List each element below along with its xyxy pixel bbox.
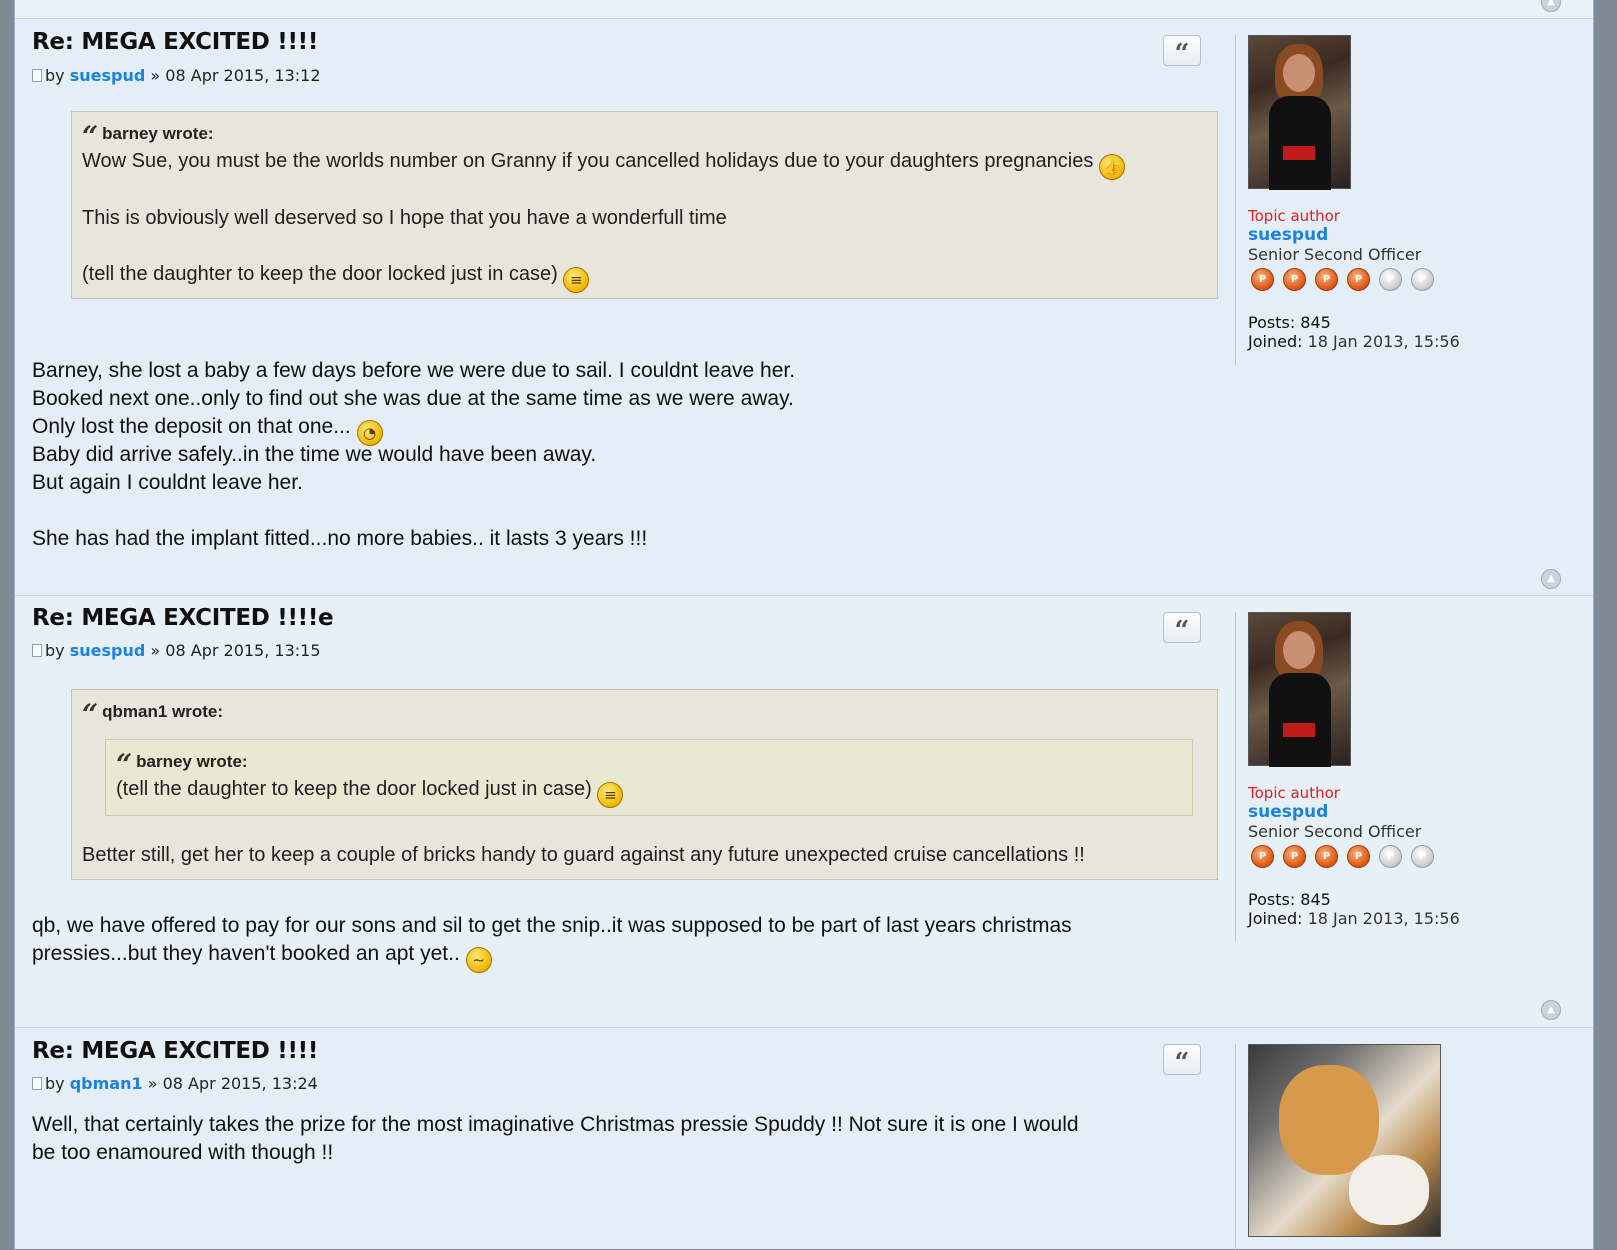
back-to-top-icon[interactable]: ▲ bbox=[1541, 569, 1561, 589]
topic-author-label: Topic author bbox=[1248, 784, 1340, 802]
neutral-smiley-icon: ≡ bbox=[597, 782, 624, 808]
post-1: Re: MEGA EXCITED !!!! by suespud » 08 Ap… bbox=[15, 18, 1593, 589]
quote-author: “qbman1 wrote: bbox=[82, 698, 224, 731]
post-text-line: qb, we have offered to pay for our sons … bbox=[32, 914, 1072, 937]
quote-icon: “ bbox=[1174, 39, 1190, 69]
thumbs-up-smiley-icon: 👍 bbox=[1098, 154, 1125, 180]
back-to-top-icon[interactable]: ▲ bbox=[1541, 1000, 1561, 1020]
post-text-line: Barney, she lost a baby a few days befor… bbox=[32, 359, 796, 382]
post-text-line: pressies...but they haven't booked an ap… bbox=[32, 942, 492, 973]
avatar[interactable] bbox=[1248, 612, 1351, 767]
post-text-line: be too enamoured with though !! bbox=[32, 1141, 334, 1164]
user-rank: Senior Second Officer bbox=[1248, 822, 1422, 841]
rank-dot-icon: P bbox=[1347, 845, 1370, 868]
post-date: 08 Apr 2015, 13:12 bbox=[165, 66, 321, 85]
profile-username[interactable]: suespud bbox=[1248, 225, 1328, 245]
post-2: Re: MEGA EXCITED !!!!e by suespud » 08 A… bbox=[15, 595, 1593, 1028]
profile-username[interactable]: suespud bbox=[1248, 802, 1328, 822]
rank-dot-icon: P bbox=[1315, 268, 1338, 291]
quote-button[interactable]: “ bbox=[1163, 612, 1201, 646]
post-text-line: Only lost the deposit on that one... ◔ bbox=[32, 415, 383, 446]
post-meta: by suespud » 08 Apr 2015, 13:15 bbox=[32, 641, 321, 660]
post-link-icon[interactable] bbox=[32, 644, 42, 657]
quote-button[interactable]: “ bbox=[1163, 1044, 1201, 1078]
post-text-line: Booked next one..only to find out she wa… bbox=[32, 387, 794, 410]
confused-smiley-icon: ~ bbox=[465, 947, 492, 973]
post-date: 08 Apr 2015, 13:15 bbox=[165, 641, 321, 660]
post-author-link[interactable]: qbman1 bbox=[70, 1074, 143, 1093]
post-title[interactable]: Re: MEGA EXCITED !!!!e bbox=[32, 605, 334, 631]
rank-image: PPPPPP bbox=[1251, 844, 1443, 868]
rank-dot-icon: P bbox=[1411, 845, 1434, 868]
nested-blockquote: “barney wrote: (tell the daughter to kee… bbox=[105, 739, 1193, 816]
rank-dot-icon: P bbox=[1283, 845, 1306, 868]
quote-icon: “ bbox=[1174, 1048, 1190, 1078]
post-title[interactable]: Re: MEGA EXCITED !!!! bbox=[32, 1038, 318, 1064]
profile-divider bbox=[1235, 612, 1236, 942]
post-meta: by qbman1 » 08 Apr 2015, 13:24 bbox=[32, 1074, 318, 1093]
quote-button[interactable]: “ bbox=[1163, 35, 1201, 69]
post-meta: by suespud » 08 Apr 2015, 13:12 bbox=[32, 66, 321, 85]
posts-count: Posts: 845 bbox=[1248, 890, 1331, 909]
post-text-line: Well, that certainly takes the prize for… bbox=[32, 1113, 1079, 1136]
quote-line: Wow Sue, you must be the worlds number o… bbox=[82, 150, 1125, 180]
profile-divider bbox=[1235, 1044, 1236, 1250]
joined-date: Joined: 18 Jan 2013, 15:56 bbox=[1248, 909, 1460, 928]
quote-author: “barney wrote: bbox=[116, 748, 248, 781]
post-link-icon[interactable] bbox=[32, 1077, 42, 1090]
top-strip bbox=[15, 0, 1593, 19]
profile-divider bbox=[1235, 35, 1236, 365]
quote-mark-icon: “ bbox=[82, 698, 99, 731]
post-text-line: Baby did arrive safely..in the time we w… bbox=[32, 443, 597, 466]
quote-line: (tell the daughter to keep the door lock… bbox=[82, 263, 590, 293]
rank-dot-icon: P bbox=[1283, 268, 1306, 291]
quote-line: (tell the daughter to keep the door lock… bbox=[116, 778, 624, 808]
post-text-line: She has had the implant fitted...no more… bbox=[32, 527, 648, 550]
posts-count: Posts: 845 bbox=[1248, 313, 1331, 332]
post-link-icon[interactable] bbox=[32, 69, 42, 82]
blockquote: “barney wrote: Wow Sue, you must be the … bbox=[71, 111, 1218, 299]
rank-dot-icon: P bbox=[1379, 268, 1402, 291]
joined-date: Joined: 18 Jan 2013, 15:56 bbox=[1248, 332, 1460, 351]
rank-dot-icon: P bbox=[1379, 845, 1402, 868]
rank-dot-icon: P bbox=[1411, 268, 1434, 291]
rank-dot-icon: P bbox=[1251, 268, 1274, 291]
rank-image: PPPPPP bbox=[1251, 267, 1443, 291]
avatar[interactable] bbox=[1248, 35, 1351, 190]
post-author-link[interactable]: suespud bbox=[70, 66, 146, 85]
quote-mark-icon: “ bbox=[116, 748, 133, 781]
post-3: Re: MEGA EXCITED !!!! by qbman1 » 08 Apr… bbox=[15, 1027, 1593, 1250]
post-text-line: But again I couldnt leave her. bbox=[32, 471, 303, 494]
rank-dot-icon: P bbox=[1347, 268, 1370, 291]
quote-author: “barney wrote: bbox=[82, 120, 214, 153]
topic-view: ▲ Re: MEGA EXCITED !!!! by suespud » 08 … bbox=[14, 0, 1594, 1250]
quote-mark-icon: “ bbox=[82, 120, 99, 153]
quote-line: This is obviously well deserved so I hop… bbox=[82, 207, 727, 229]
avatar[interactable] bbox=[1248, 1044, 1441, 1237]
quote-line: Better still, get her to keep a couple o… bbox=[82, 844, 1085, 866]
quote-icon: “ bbox=[1174, 616, 1190, 646]
post-date: 08 Apr 2015, 13:24 bbox=[162, 1074, 318, 1093]
user-rank: Senior Second Officer bbox=[1248, 245, 1422, 264]
rank-dot-icon: P bbox=[1315, 845, 1338, 868]
post-title[interactable]: Re: MEGA EXCITED !!!! bbox=[32, 29, 318, 55]
topic-author-label: Topic author bbox=[1248, 207, 1340, 225]
blockquote: “qbman1 wrote: “barney wrote: (tell the … bbox=[71, 689, 1218, 880]
rank-dot-icon: P bbox=[1251, 845, 1274, 868]
neutral-smiley-icon: ≡ bbox=[563, 267, 590, 293]
post-author-link[interactable]: suespud bbox=[70, 641, 146, 660]
